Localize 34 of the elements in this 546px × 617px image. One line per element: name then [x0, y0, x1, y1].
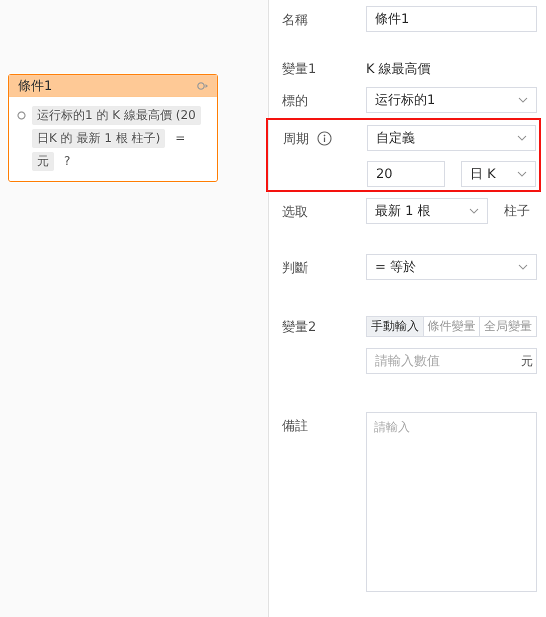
info-icon[interactable] — [317, 131, 332, 146]
select-field[interactable]: 日 K — [461, 161, 536, 187]
field-label: 选取 — [282, 204, 308, 220]
bullet-icon — [17, 111, 26, 120]
field-value: K 線最高價 — [366, 61, 432, 79]
select-field[interactable]: 最新 1 根 — [366, 198, 488, 224]
field-label: 判斷 — [282, 260, 308, 276]
field-label: 周期 — [283, 130, 309, 148]
field-label: 變量1 — [282, 61, 316, 79]
expression-token[interactable]: 元 — [32, 152, 54, 171]
unit-label: 元 — [521, 353, 533, 370]
field-label: 備註 — [282, 418, 308, 434]
field-label: 標的 — [282, 92, 308, 110]
field-label: 變量2 — [282, 318, 316, 336]
chevron-icon — [469, 208, 479, 214]
expression-token[interactable]: 运行标的1 的 K 線最高價 (20 — [32, 106, 201, 125]
chevron-icon — [518, 97, 528, 103]
note-field[interactable]: 請輸入 — [366, 412, 537, 592]
chevron-icon — [517, 135, 527, 141]
expression-operator: ? — [64, 154, 70, 168]
field-label: 名稱 — [282, 12, 308, 28]
select-field[interactable]: = 等於 — [366, 254, 537, 280]
condition-node[interactable]: 條件1 运行标的1 的 K 線最高價 (20 日K 的 最新 1 根 柱子) = 元 ? — [8, 74, 218, 182]
name-field[interactable]: 條件1 — [366, 6, 537, 32]
select-field[interactable]: 运行标的1 — [366, 87, 537, 113]
select-field[interactable]: 自定義 — [367, 125, 536, 151]
number-field[interactable]: 20 — [367, 161, 445, 187]
expression-token[interactable]: 日K 的 最新 1 根 柱子) — [32, 129, 166, 148]
node-title: 條件1 — [18, 78, 52, 95]
chevron-icon — [517, 171, 527, 177]
expression-operator: = — [175, 131, 186, 145]
chevron-icon — [518, 264, 528, 270]
segment-tab[interactable]: 手動輸入 — [366, 316, 424, 337]
unit-label: 柱子 — [504, 203, 530, 220]
